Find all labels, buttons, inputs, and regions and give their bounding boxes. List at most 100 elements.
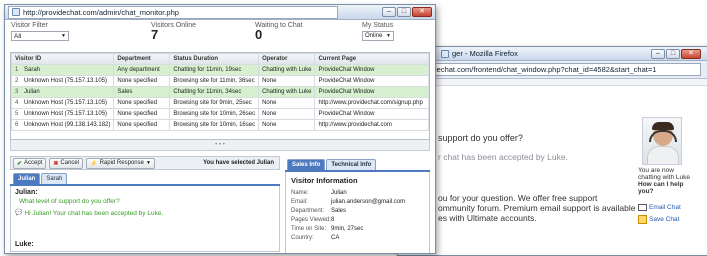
cell-current-page: http://www.providechat.com/signup.php bbox=[314, 97, 429, 109]
close-icon[interactable]: ✕ bbox=[681, 48, 701, 59]
cell-status-duration: Browsing site for 11min, 36sec bbox=[169, 75, 260, 87]
visitor-filter-select[interactable]: All ▼ bbox=[11, 31, 69, 41]
col-operator[interactable]: Operator bbox=[258, 53, 316, 65]
chat-panel: ✔ Accept ✖ Cancel ⚡ Rapid Response ▼ You… bbox=[10, 156, 430, 253]
accepted-text: r chat has been accepted by Luke. bbox=[438, 151, 568, 162]
cell-department: None specified bbox=[113, 119, 171, 131]
row-number: 4 bbox=[15, 100, 19, 106]
cell-department: None specified bbox=[113, 75, 171, 87]
visitor-id-text: Unknown Host (99.138.143.182) bbox=[24, 122, 111, 128]
maximize-icon[interactable]: □ bbox=[666, 48, 680, 59]
table-row[interactable]: 4 Unknown Host (75.157.13.105) None specif… bbox=[11, 97, 429, 109]
chat-tabs: Julian Sarah bbox=[10, 173, 280, 186]
visitor-id-text: Unknown Host (75.157.13.105) bbox=[24, 111, 108, 117]
info-row: Country: CA bbox=[291, 234, 424, 243]
chat-system-message: 💬 Hi Julian! Your chat has been accepted… bbox=[15, 210, 164, 217]
save-chat-link[interactable]: Save Chat bbox=[638, 214, 693, 224]
row-number: 3 bbox=[15, 89, 19, 95]
visitor-filter-label: Visitor Filter bbox=[11, 22, 48, 29]
visitor-info-panel: Visitor Information Name: Julian Email: jul… bbox=[285, 172, 430, 253]
my-status-select[interactable]: Online ▼ bbox=[362, 31, 394, 41]
cell-status-duration: Browsing site for 10min, 16sec bbox=[169, 119, 260, 131]
maximize-icon[interactable]: □ bbox=[397, 7, 411, 17]
cancel-button[interactable]: ✖ Cancel bbox=[49, 157, 84, 169]
minimize-icon[interactable]: – bbox=[651, 48, 665, 59]
row-number: 1 bbox=[15, 67, 19, 73]
cell-operator: None bbox=[258, 97, 316, 109]
admin-address-bar[interactable]: http://providechat.com/admin/chat_monito… bbox=[8, 5, 338, 19]
tab-sales-info[interactable]: Sales Info bbox=[287, 159, 326, 170]
cell-current-page: ProvideChat Window bbox=[314, 75, 429, 87]
col-visitor-id[interactable]: Visitor ID bbox=[11, 53, 115, 65]
my-status-label: My Status bbox=[362, 22, 394, 29]
info-key: Country: bbox=[291, 235, 314, 241]
cell-operator: Chatting with Luke bbox=[258, 64, 316, 76]
visitors-online-count: 7 bbox=[151, 27, 159, 42]
visitor-table: Visitor ID Department Status Duration Op… bbox=[11, 53, 429, 131]
tab-technical-info[interactable]: Technical Info bbox=[326, 159, 377, 170]
cell-department: Any department bbox=[113, 64, 171, 76]
info-key: Time on Site: bbox=[291, 226, 327, 232]
table-row[interactable]: 1 Sarah Any department Chatting for 11min, … bbox=[11, 64, 429, 76]
visitor-info-heading: Visitor Information bbox=[291, 176, 358, 185]
answer-text: ou for your question. We offer free supp… bbox=[438, 192, 636, 223]
info-value: 9min, 27sec bbox=[331, 226, 364, 232]
monitor-header: Visitor Filter All ▼ Visitors Online 7 W… bbox=[5, 20, 435, 52]
visitor-id-text: Sarah bbox=[24, 67, 41, 73]
col-current-page[interactable]: Current Page bbox=[314, 53, 429, 65]
cell-visitor-id: 2 Unknown Host (75.157.13.105) bbox=[11, 75, 115, 87]
rapid-response-button[interactable]: ⚡ Rapid Response ▼ bbox=[86, 157, 155, 169]
chat-log: Julian: What level of support do you off… bbox=[10, 186, 280, 252]
visitor-table-wrap: Visitor ID Department Status Duration Op… bbox=[10, 52, 430, 140]
chevron-down-icon: ▼ bbox=[386, 33, 391, 39]
waiting-label: Waiting to Chat bbox=[255, 22, 303, 29]
cell-operator: None bbox=[258, 75, 316, 87]
table-row[interactable]: 2 Unknown Host (75.157.13.105) None specif… bbox=[11, 75, 429, 87]
chat-sidebar: You are now chatting with Luke How can I… bbox=[638, 117, 693, 224]
info-row: Time on Site: 9min, 27sec bbox=[291, 225, 424, 234]
admin-url: http://providechat.com/admin/chat_monito… bbox=[23, 7, 179, 17]
cell-visitor-id: 3 Julian bbox=[11, 86, 115, 98]
table-row[interactable]: 6 Unknown Host (99.138.143.182) None speci… bbox=[11, 119, 429, 131]
cancel-icon: ✖ bbox=[53, 160, 59, 167]
page-icon bbox=[12, 8, 20, 16]
browser-url: lechat.com/frontend/chat_window.php?chat… bbox=[435, 65, 657, 74]
chat-transcript: support do you offer? r chat has been ac… bbox=[438, 127, 636, 223]
col-department[interactable]: Department bbox=[113, 53, 171, 65]
firefox-icon bbox=[441, 49, 449, 58]
minimize-icon[interactable]: – bbox=[382, 7, 396, 17]
row-number: 6 bbox=[15, 122, 19, 128]
tab-sarah[interactable]: Sarah bbox=[41, 173, 68, 184]
table-header-row: Visitor ID Department Status Duration Op… bbox=[11, 53, 429, 65]
col-status-duration[interactable]: Status Duration bbox=[169, 53, 260, 65]
chat-sender-julian: Julian: bbox=[15, 189, 38, 196]
info-key: Name: bbox=[291, 190, 309, 196]
waiting-count: 0 bbox=[255, 27, 263, 42]
chat-window-browser: ger - Mozilla Firefox – □ ✕ lechat.com/f… bbox=[397, 46, 707, 256]
splitter-grip-icon[interactable]: • • • bbox=[215, 142, 225, 148]
email-chat-link[interactable]: Email Chat bbox=[638, 203, 693, 211]
browser-address-bar[interactable]: lechat.com/frontend/chat_window.php?chat… bbox=[431, 63, 701, 76]
chat-monitor-browser: http://providechat.com/admin/chat_monito… bbox=[4, 4, 436, 254]
close-icon[interactable]: ✕ bbox=[412, 7, 432, 17]
table-row[interactable]: 5 Unknown Host (75.157.13.105) None specif… bbox=[11, 108, 429, 120]
visitor-id-text: Unknown Host (75.157.13.105) bbox=[24, 78, 108, 84]
info-key: Department: bbox=[291, 208, 325, 214]
check-icon: ✔ bbox=[17, 160, 23, 167]
browser-title-bar: ger - Mozilla Firefox – □ ✕ bbox=[398, 47, 707, 61]
cell-current-page: ProvideChat Window bbox=[314, 64, 429, 76]
info-row: Email: julian.anderson@gmail.com bbox=[291, 198, 424, 207]
question-text: support do you offer? bbox=[438, 133, 523, 143]
accept-button[interactable]: ✔ Accept bbox=[13, 157, 47, 169]
cell-department: None specified bbox=[113, 108, 171, 120]
table-row[interactable]: 3 Julian Sales Chatting for 11min, 34sec Cha… bbox=[11, 86, 429, 98]
agent-status: You are now chatting with Luke bbox=[638, 167, 691, 182]
info-value: Julian bbox=[331, 190, 347, 196]
tab-julian[interactable]: Julian bbox=[13, 173, 41, 184]
cell-operator: None bbox=[258, 119, 316, 131]
info-key: Email: bbox=[291, 199, 308, 205]
info-row: Department: Sales bbox=[291, 207, 424, 216]
info-row: Pages Viewed: 8 bbox=[291, 216, 424, 225]
save-icon bbox=[638, 214, 647, 224]
chat-bubble-icon: 💬 bbox=[15, 210, 23, 216]
